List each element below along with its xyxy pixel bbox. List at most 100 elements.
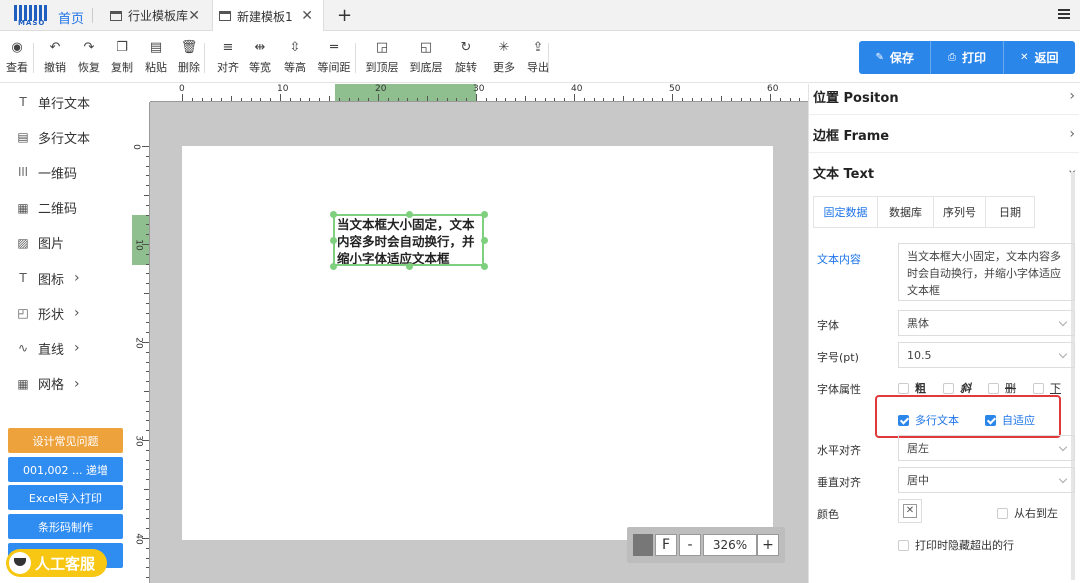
font-select[interactable]: 黑体 (898, 310, 1075, 336)
tab-fixed-data[interactable]: 固定数据 (814, 197, 878, 227)
text-content-input[interactable]: 当文本框大小固定，文本内容多时会自动换行，并缩小字体适应文本框 (898, 243, 1075, 301)
faq-button[interactable]: 设计常见问题 (8, 428, 123, 453)
ruler-tick (750, 98, 752, 101)
toolbar-rotate-button[interactable]: ↻ 旋转 (446, 39, 486, 75)
italic-checkbox[interactable]: 斜 (943, 380, 971, 396)
font-size-select[interactable]: 10.5 (898, 342, 1075, 368)
export-icon: ⇪ (532, 40, 544, 55)
excel-import-button[interactable]: Excel导入打印 (8, 485, 123, 510)
horizontal-ruler: 0 10 20 30 40 50 60 (150, 84, 808, 102)
ruler-tick (446, 98, 448, 101)
toolbar-bring-front-button[interactable]: ◲ 到顶层 (362, 39, 402, 75)
resize-handle[interactable] (405, 263, 413, 270)
resize-handle[interactable] (330, 211, 337, 218)
hide-overflow-checkbox[interactable]: 打印时隐藏超出的行 (898, 537, 1014, 553)
font-attr-label: 字体属性 (817, 383, 861, 396)
ruler-tick (701, 98, 703, 101)
toolbar-export-button[interactable]: ⇪ 导出 (518, 39, 558, 75)
divider (809, 114, 1079, 115)
save-button[interactable]: ✎ 保存 (859, 41, 932, 74)
valign-label: 垂直对齐 (817, 476, 861, 489)
multiline-checkbox[interactable]: 多行文本 (898, 412, 959, 428)
ruler-tick (144, 391, 149, 392)
toolbar-trash-button[interactable]: 🗑 删除 (169, 39, 209, 75)
ruler-tick (144, 195, 149, 196)
maso-logo[interactable]: MASO (14, 5, 50, 27)
resize-handle[interactable] (481, 237, 488, 244)
ruler-tick (231, 96, 232, 101)
toolbar-equal-height-button[interactable]: ⇳ 等高 (275, 39, 315, 75)
label-canvas[interactable] (182, 146, 773, 540)
tool-barcode[interactable]: ||| 一维码 (16, 162, 77, 182)
section-frame[interactable]: 边框 Frame › (813, 123, 1075, 145)
text-element[interactable]: 当文本框大小固定，文本内容多时会自动换行，并缩小字体适应文本框 (333, 214, 484, 266)
ruler-tick (799, 98, 801, 101)
valign-select[interactable]: 居中 (898, 467, 1075, 493)
close-icon[interactable]: ✕ (301, 8, 313, 24)
section-text[interactable]: 文本 Text› (813, 161, 1080, 183)
toolbar-label: 导出 (527, 61, 549, 74)
fit-button[interactable]: F (655, 534, 677, 556)
underline-checkbox[interactable]: 下 (1033, 380, 1061, 396)
tab-serial-number[interactable]: 序列号 (934, 197, 986, 227)
background-color-swatch[interactable] (633, 534, 653, 556)
zoom-value[interactable]: 326% (703, 534, 757, 556)
bold-checkbox[interactable]: 粗 (898, 380, 926, 396)
ruler-tick (146, 234, 149, 236)
increment-button[interactable]: 001,002 ... 递增 (8, 457, 123, 482)
tab-home[interactable]: 首页 (58, 8, 84, 27)
toolbar-eye-button[interactable]: ◉ 查看 (0, 39, 37, 75)
tool-grid[interactable]: ▦ 网格 › (16, 374, 79, 394)
barcode-making-button[interactable]: 条形码制作 (8, 514, 123, 539)
resize-handle[interactable] (330, 237, 337, 244)
resize-handle[interactable] (481, 263, 488, 270)
tool-label: 一维码 (38, 166, 78, 182)
tab-new-template[interactable]: 新建模板1 ✕ (212, 0, 324, 32)
content-label: 文本内容 (817, 253, 861, 266)
ruler-tick (378, 94, 379, 101)
customer-service-button[interactable]: 人工客服 (6, 549, 107, 577)
section-position[interactable]: 位置 Positon › (813, 85, 1075, 107)
ruler-tick (146, 312, 149, 314)
tool-icon-tool[interactable]: T 图标 › (16, 268, 79, 288)
add-tab-button[interactable]: + (337, 5, 352, 26)
tool-qrcode[interactable]: ▦ 二维码 (16, 198, 77, 218)
tab-database[interactable]: 数据库 (878, 197, 934, 227)
zoom-out-button[interactable]: - (679, 534, 701, 556)
ruler-label: 20 (133, 337, 144, 349)
toolbar-label: 到顶层 (365, 61, 399, 74)
ruler-tick (417, 98, 419, 101)
tool-shape[interactable]: ◰ 形状 › (16, 303, 79, 323)
tab-date[interactable]: 日期 (986, 197, 1034, 227)
autofit-checkbox[interactable]: 自适应 (985, 412, 1035, 428)
chevron-right-icon: › (1069, 88, 1075, 104)
hamburger-menu-icon[interactable] (1058, 9, 1070, 19)
back-button[interactable]: ✕ 返回 (1003, 41, 1075, 74)
ruler-label: 10 (277, 84, 289, 94)
toolbar-send-back-button[interactable]: ◱ 到底层 (406, 39, 446, 75)
rtl-checkbox[interactable]: 从右到左 (997, 505, 1058, 521)
tool-label: 单行文本 (38, 96, 91, 112)
tool-image[interactable]: ▨ 图片 (16, 233, 64, 253)
close-icon[interactable]: ✕ (188, 8, 200, 24)
zoom-in-button[interactable]: + (757, 534, 779, 556)
panel-scrollbar[interactable] (1071, 172, 1075, 580)
halign-select[interactable]: 居左 (898, 435, 1075, 461)
resize-handle[interactable] (330, 263, 337, 270)
ruler-tick (299, 98, 301, 101)
color-picker[interactable]: ✕ (898, 499, 922, 523)
tool-line[interactable]: ∿ 直线 › (16, 338, 80, 358)
tool-multiline-text[interactable]: ▤ 多行文本 (16, 127, 90, 147)
tab-industry-templates[interactable]: 行业模板库 ✕ (104, 0, 210, 31)
tool-text[interactable]: T 单行文本 (16, 92, 90, 112)
strikethrough-checkbox[interactable]: 删 (988, 380, 1016, 396)
toolbar-equal-width-button[interactable]: ⇹ 等宽 (240, 39, 280, 75)
properties-panel: 位置 Positon› 边框 Frame› 文本 Text› 固定数据 数据库 … (808, 84, 1080, 583)
print-button[interactable]: ⎙ 打印 (931, 41, 1004, 74)
grid-icon: ▦ (17, 376, 29, 391)
image-icon: ▨ (17, 235, 29, 250)
toolbar-equal-spacing-button[interactable]: ═ 等间距 (314, 39, 354, 75)
window-icon (110, 10, 122, 21)
resize-handle[interactable] (481, 211, 488, 218)
resize-handle[interactable] (405, 211, 413, 218)
